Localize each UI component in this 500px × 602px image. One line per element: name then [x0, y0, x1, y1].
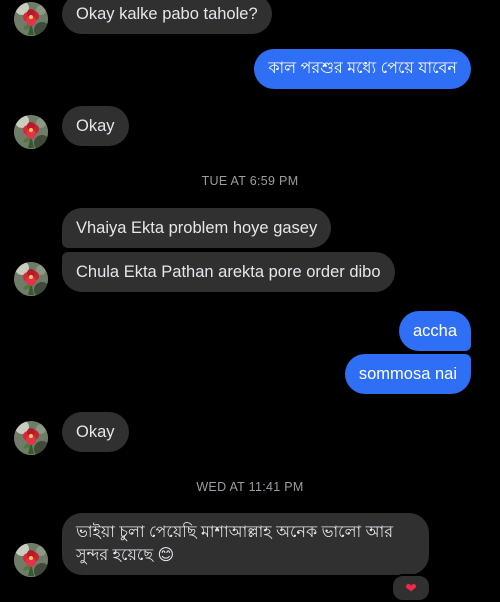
heart-reaction[interactable]: ❤ [391, 574, 431, 602]
message-text: Vhaiya Ekta problem hoye gasey [76, 219, 318, 237]
contact-avatar-flower-icon [14, 421, 48, 455]
incoming-message[interactable]: Okay kalke pabo tahole? [62, 0, 272, 34]
incoming-message[interactable]: Okay [62, 412, 129, 452]
heart-reaction-icon: ❤ [405, 579, 417, 596]
outgoing-message[interactable]: sommosa nai [344, 354, 471, 394]
message-text: Okay [76, 117, 115, 135]
contact-avatar[interactable] [14, 115, 48, 149]
conversation-timestamp: TUE AT 6:59 PM [201, 174, 299, 188]
outgoing-message[interactable]: কাল পরশুর মধ্যে পেয়ে যাবেন [254, 49, 471, 89]
message-text: Okay kalke pabo tahole? [76, 5, 258, 23]
conversation-timestamp: WED AT 11:41 PM [196, 480, 304, 494]
message-text: Okay [76, 423, 115, 441]
contact-avatar[interactable] [14, 421, 48, 455]
incoming-message[interactable]: Okay [62, 106, 129, 146]
outgoing-message[interactable]: accha [398, 311, 471, 351]
contact-avatar-flower-icon [14, 2, 48, 36]
contact-avatar-flower-icon [14, 543, 48, 577]
contact-avatar-flower-icon [14, 115, 48, 149]
incoming-message[interactable]: ভাইয়া চুলা পেয়েছি মাশাআল্লাহ অনেক ভালো… [62, 513, 429, 575]
message-text: Chula Ekta Pathan arekta pore order dibo [76, 263, 381, 281]
contact-avatar-flower-icon [14, 262, 48, 296]
contact-avatar[interactable] [14, 543, 48, 577]
incoming-message[interactable]: Vhaiya Ekta problem hoye gasey [62, 208, 332, 248]
message-text: কাল পরশুর মধ্যে পেয়ে যাবেন [268, 60, 457, 77]
message-text: sommosa nai [358, 365, 457, 383]
contact-avatar[interactable] [14, 262, 48, 296]
message-text: ভাইয়া চুলা পেয়েছি মাশাআল্লাহ অনেক ভালো… [76, 524, 394, 564]
contact-avatar[interactable] [14, 2, 48, 36]
incoming-message[interactable]: Chula Ekta Pathan arekta pore order dibo [62, 252, 395, 292]
message-text: accha [412, 322, 457, 340]
